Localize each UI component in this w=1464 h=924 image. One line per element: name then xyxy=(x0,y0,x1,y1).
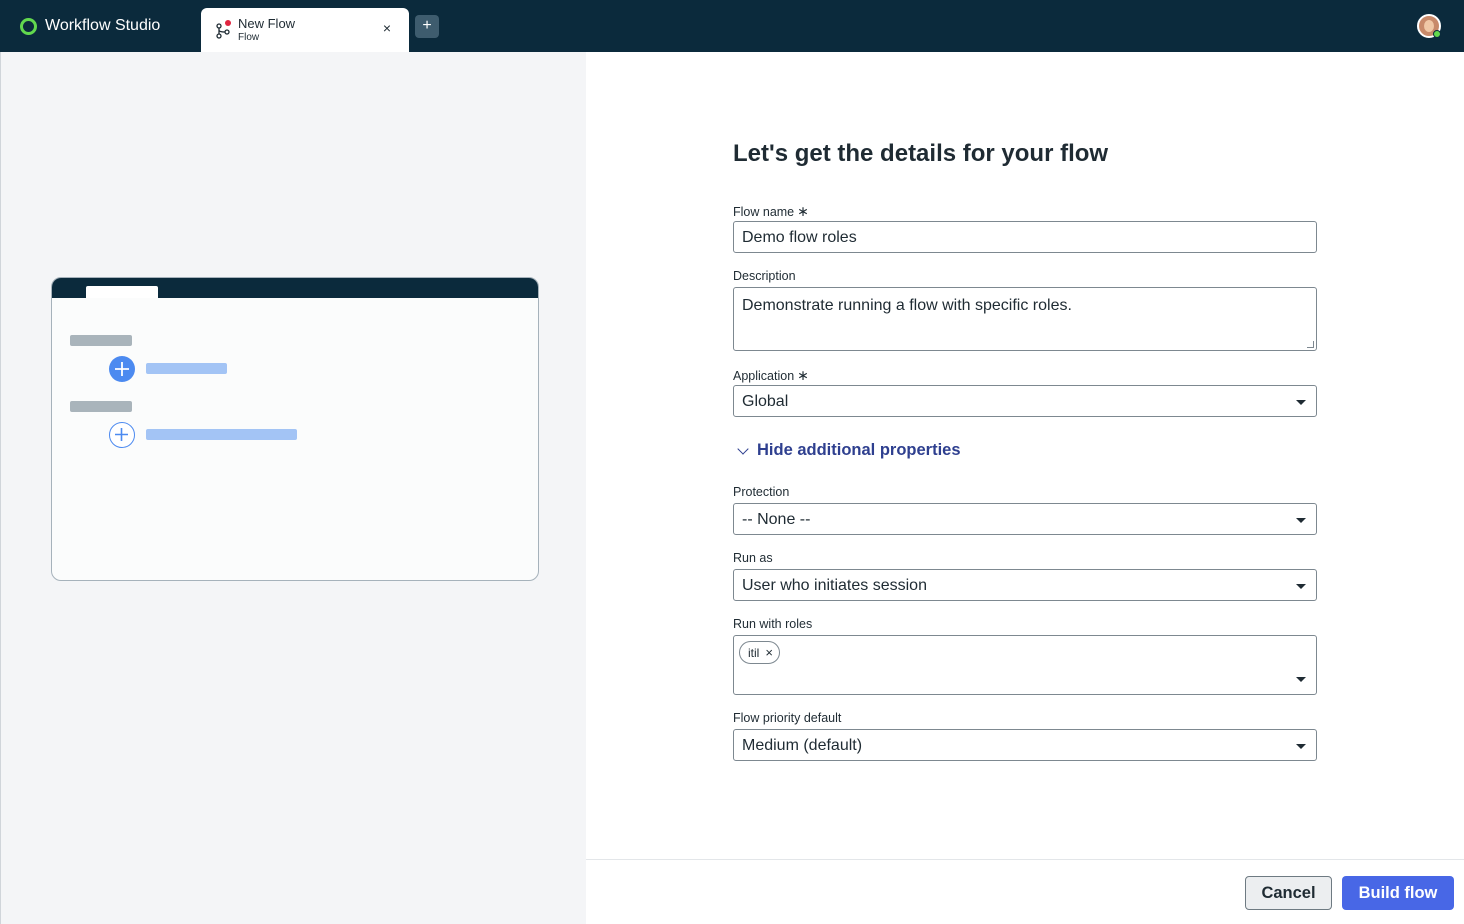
description-textarea[interactable]: Demonstrate running a flow with specific… xyxy=(733,287,1317,351)
application-label: Application ∗ xyxy=(733,367,809,384)
priority-select[interactable]: Medium (default) xyxy=(733,729,1317,761)
illustration-placeholder xyxy=(146,429,297,440)
flow-name-input[interactable]: Demo flow roles xyxy=(733,221,1317,253)
page-title: Let's get the details for your flow xyxy=(733,140,1109,167)
caret-down-icon xyxy=(1296,744,1306,749)
cancel-button[interactable]: Cancel xyxy=(1245,876,1332,910)
build-flow-button[interactable]: Build flow xyxy=(1342,876,1454,910)
plus-outline-icon xyxy=(109,422,135,448)
run-as-value: User who initiates session xyxy=(742,577,927,594)
caret-down-icon xyxy=(1296,518,1306,523)
role-pill-label: itil xyxy=(748,645,760,660)
illustration-tab xyxy=(86,286,158,298)
illustration-panel xyxy=(0,52,586,924)
description-value: Demonstrate running a flow with specific… xyxy=(742,297,1072,314)
toggle-label: Hide additional properties xyxy=(757,441,961,459)
caret-down-icon xyxy=(1296,677,1306,682)
brand[interactable]: Workflow Studio xyxy=(20,17,160,35)
run-with-roles-multiselect[interactable]: itil × xyxy=(733,635,1317,695)
description-label: Description xyxy=(733,269,796,283)
avatar-face xyxy=(1424,20,1434,32)
application-label-text: Application xyxy=(733,369,795,383)
plus-filled-icon xyxy=(109,356,135,382)
priority-label: Flow priority default xyxy=(733,711,842,725)
flow-name-label: Flow name ∗ xyxy=(733,203,809,220)
required-icon: ∗ xyxy=(797,367,809,383)
online-status-icon xyxy=(1433,30,1441,38)
caret-down-icon xyxy=(1296,584,1306,589)
illustration-placeholder xyxy=(70,335,132,346)
unsaved-dot xyxy=(225,20,231,26)
hide-additional-properties-toggle[interactable]: Hide additional properties xyxy=(735,441,961,460)
app-title: Workflow Studio xyxy=(45,17,161,34)
protection-select[interactable]: -- None -- xyxy=(733,503,1317,535)
run-with-roles-label: Run with roles xyxy=(733,617,813,631)
tab-new-flow[interactable]: New Flow Flow × xyxy=(201,8,409,52)
app-logo-icon xyxy=(20,17,37,35)
add-tab-button[interactable]: + xyxy=(415,15,439,38)
illustration-placeholder xyxy=(70,401,132,412)
tab-subtitle: Flow xyxy=(238,32,260,43)
role-pill-itil: itil × xyxy=(739,641,780,664)
flow-name-label-text: Flow name xyxy=(733,205,795,219)
protection-value: -- None -- xyxy=(742,511,811,528)
form-footer: Cancel Build flow xyxy=(586,859,1464,924)
tab-title: New Flow xyxy=(238,16,296,31)
flow-details-form: Let's get the details for your flow Flow… xyxy=(586,52,1464,859)
run-as-select[interactable]: User who initiates session xyxy=(733,569,1317,601)
caret-down-icon xyxy=(1296,400,1306,405)
resize-handle-icon[interactable] xyxy=(1307,341,1314,348)
priority-value: Medium (default) xyxy=(742,737,863,754)
run-as-label: Run as xyxy=(733,551,773,565)
application-select[interactable]: Global xyxy=(733,385,1317,417)
required-icon: ∗ xyxy=(797,203,809,219)
flow-name-value: Demo flow roles xyxy=(742,229,857,246)
illustration-placeholder xyxy=(146,363,227,374)
flow-illustration xyxy=(51,277,539,581)
close-tab-icon[interactable]: × xyxy=(379,20,395,36)
remove-role-icon[interactable]: × xyxy=(765,645,773,660)
chevron-down-icon xyxy=(737,442,749,455)
top-bar: Workflow Studio New Flow Flow × + xyxy=(0,0,1464,52)
protection-label: Protection xyxy=(733,485,790,499)
application-value: Global xyxy=(742,393,789,410)
